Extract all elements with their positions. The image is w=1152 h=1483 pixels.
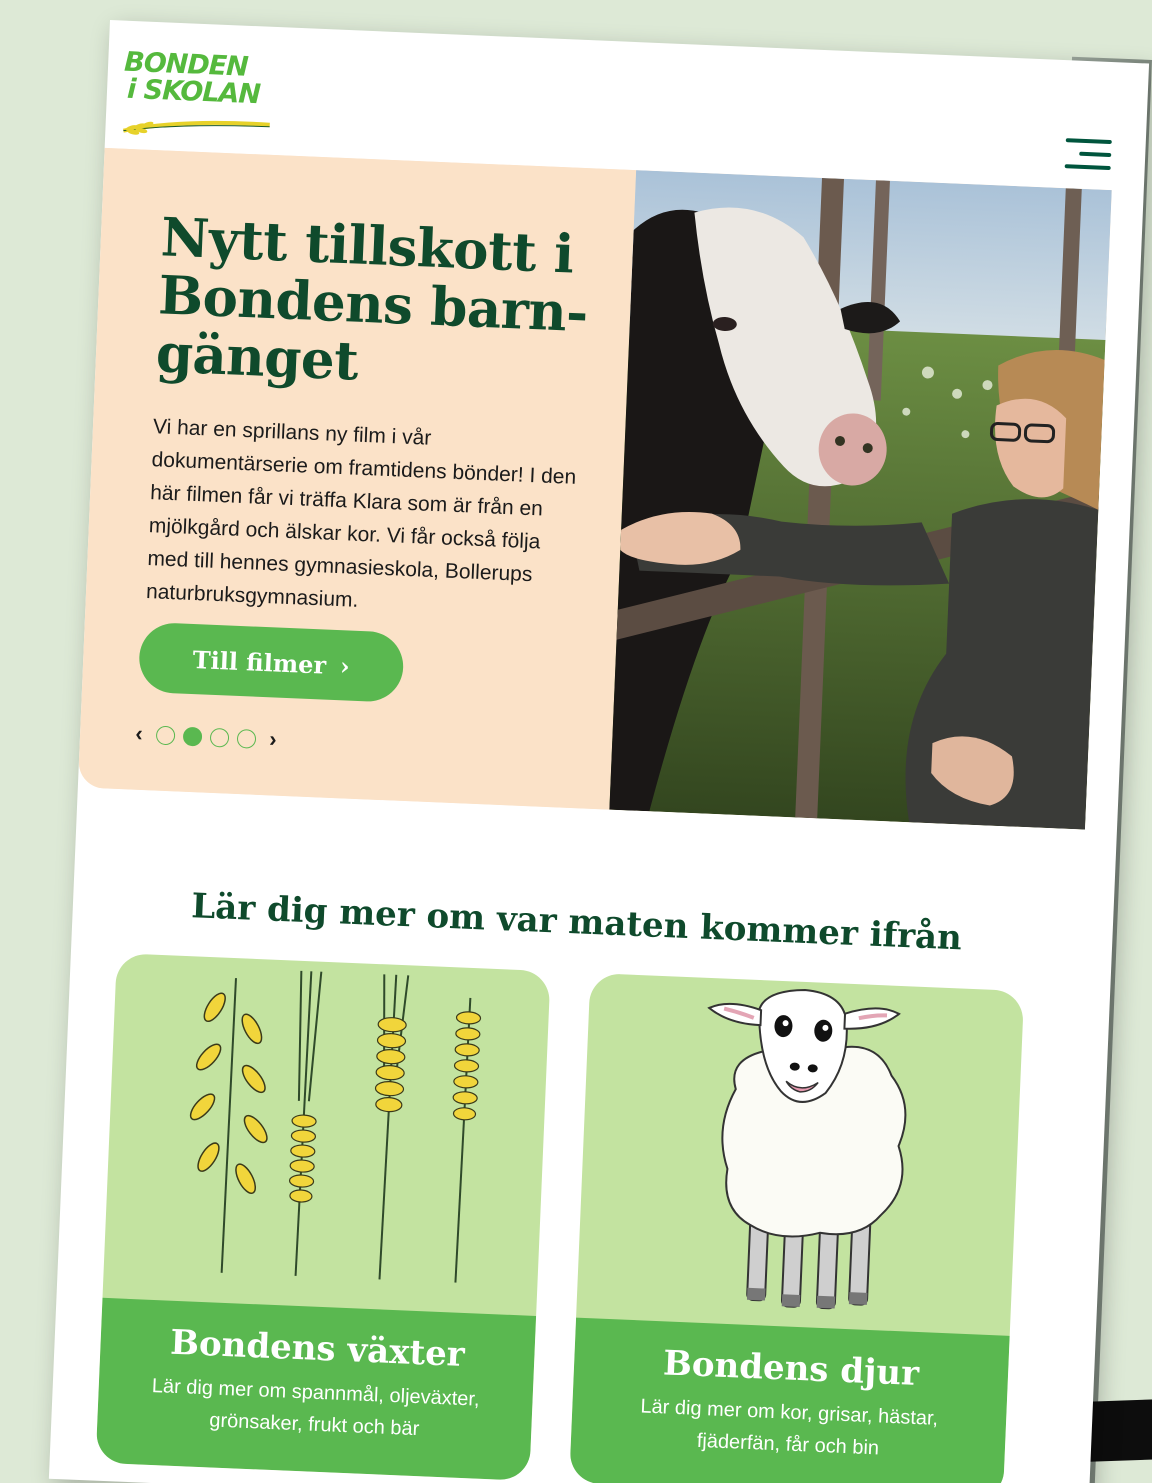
tablet-page: BONDEN i SKOLAN Nytt tillskott i Bondens… xyxy=(48,20,1150,1483)
carousel-dot[interactable] xyxy=(209,727,230,748)
chevron-right-icon: › xyxy=(339,650,351,681)
logo-line-2: i SKOLAN xyxy=(126,73,261,111)
card-animals[interactable]: Bondens djur Lär dig mer om kor, grisar,… xyxy=(569,972,1025,1483)
hero-title: Nytt tillskott i Bondens barn-gänget xyxy=(154,206,590,393)
carousel-dot[interactable] xyxy=(236,728,257,749)
hero-body: Vi har en sprillans ny film i vår dokume… xyxy=(145,415,577,612)
hero-photo-cow-and-girl xyxy=(609,170,1112,830)
sheep-illustration xyxy=(707,988,907,1310)
card-plants-title: Bondens växter xyxy=(169,1322,466,1376)
hero-carousel: Nytt tillskott i Bondens barn-gänget Vi … xyxy=(77,147,1112,830)
carousel-controls: ‹ › xyxy=(130,720,283,753)
card-animals-desc: Lär dig mer om kor, grisar, hästar, fjäd… xyxy=(639,1395,939,1460)
menu-line-bottom xyxy=(1064,164,1111,171)
menu-line-top xyxy=(1065,138,1112,145)
section-title: Lär dig mer om var maten kommer ifrån xyxy=(190,886,963,959)
carousel-prev-icon[interactable]: ‹ xyxy=(130,720,149,747)
hero-text-panel: Nytt tillskott i Bondens barn-gänget Vi … xyxy=(77,147,637,810)
card-animals-title: Bondens djur xyxy=(662,1343,920,1395)
hamburger-menu-icon[interactable] xyxy=(1062,132,1112,176)
to-films-label: Till filmer xyxy=(192,644,327,680)
carousel-dot[interactable] xyxy=(155,725,176,745)
to-films-button[interactable]: Till filmer › xyxy=(137,621,405,703)
carousel-dot-active[interactable] xyxy=(182,726,203,746)
wheat-icon xyxy=(122,120,270,135)
menu-line-middle xyxy=(1079,151,1112,158)
card-plants-footer: Bondens växter Lär dig mer om spannmål, … xyxy=(95,1297,537,1481)
carousel-next-icon[interactable]: › xyxy=(263,726,282,753)
card-plants[interactable]: Bondens växter Lär dig mer om spannmål, … xyxy=(95,953,551,1481)
grain-stalks-illustration xyxy=(189,970,482,1283)
site-logo[interactable]: BONDEN i SKOLAN xyxy=(121,47,275,145)
card-animals-footer: Bondens djur Lär dig mer om kor, grisar,… xyxy=(569,1317,1010,1483)
card-plants-desc: Lär dig mer om spannmål, oljeväxter, grö… xyxy=(151,1374,480,1441)
